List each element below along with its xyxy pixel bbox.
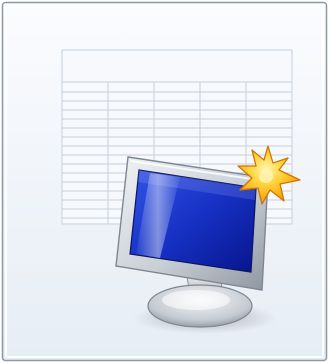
monitor-base	[147, 284, 253, 328]
icon-canvas	[0, 0, 329, 363]
new-monitor-config-document-icon	[1, 1, 328, 362]
monitor-screen	[129, 169, 257, 273]
